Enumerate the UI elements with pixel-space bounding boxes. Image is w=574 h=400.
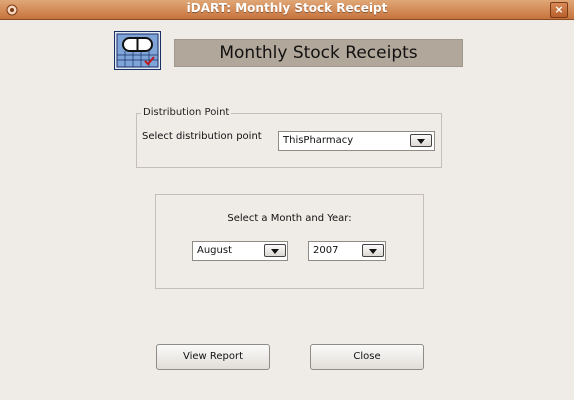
chevron-down-icon[interactable] [264, 244, 286, 257]
distribution-point-legend: Distribution Point [141, 107, 232, 118]
month-year-label: Select a Month and Year: [227, 213, 352, 224]
distribution-point-label: Select distribution point [142, 131, 262, 142]
year-select[interactable]: 2007 [308, 241, 386, 261]
window-title: iDART: Monthly Stock Receipt [186, 1, 388, 15]
distribution-point-value: ThisPharmacy [283, 135, 354, 146]
pill-calendar-icon [114, 31, 161, 70]
chevron-down-icon[interactable] [362, 244, 384, 257]
distribution-point-select[interactable]: ThisPharmacy [278, 131, 435, 151]
view-report-button[interactable]: View Report [156, 344, 270, 370]
window-close-button[interactable]: × [550, 2, 568, 18]
month-value: August [197, 245, 232, 256]
month-select[interactable]: August [192, 241, 288, 261]
window-titlebar: iDART: Monthly Stock Receipt × [0, 0, 574, 20]
close-button[interactable]: Close [310, 344, 424, 370]
chevron-down-icon[interactable] [410, 134, 432, 147]
year-value: 2007 [313, 245, 339, 256]
page-title: Monthly Stock Receipts [174, 39, 463, 67]
